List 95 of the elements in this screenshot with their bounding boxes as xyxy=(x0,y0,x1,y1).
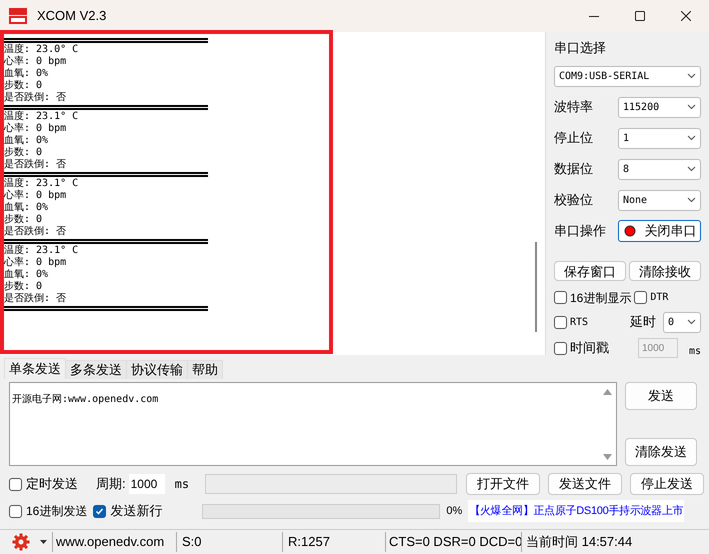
checkbox[interactable] xyxy=(93,504,106,518)
field-label: 周期: xyxy=(96,475,126,494)
receive-line: 血氧: 0% xyxy=(4,68,50,80)
close-port-button[interactable]: 关闭串口 xyxy=(618,220,701,242)
checkbox-label: DTR xyxy=(650,291,668,305)
chevron-down-icon xyxy=(687,104,696,110)
button[interactable]: 保存窗口 xyxy=(554,260,626,280)
field-label: 延时 xyxy=(630,313,656,332)
receive-line: 是否跌倒: 否 xyxy=(4,159,68,171)
caret-icon[interactable] xyxy=(40,540,47,544)
field-label: 串口操作 xyxy=(554,222,607,240)
button[interactable]: 发送 xyxy=(625,382,697,410)
checkbox-label: 16进制显示 xyxy=(570,290,632,306)
maximize-icon xyxy=(635,11,645,21)
checkbox-label: RTS xyxy=(570,316,588,330)
receive-line: 步数: 0 xyxy=(4,214,44,226)
receive-line: 步数: 0 xyxy=(4,80,44,92)
dropdown-value: COM9:USB-SERIAL xyxy=(559,70,650,84)
button[interactable]: 发送文件 xyxy=(548,473,622,495)
checkbox[interactable] xyxy=(554,342,567,354)
receive-line: 温度: 23.1° C xyxy=(4,111,80,122)
field-label: 数据位 xyxy=(554,160,594,178)
promo-link[interactable]: 【火爆全网】正点原子DS100手持示波器上市 xyxy=(468,500,684,522)
close-icon xyxy=(681,11,691,21)
receive-line: 步数: 0 xyxy=(4,281,44,292)
dropdown[interactable]: 115200 xyxy=(618,96,701,118)
receive-line: 步数: 0 xyxy=(4,147,44,158)
settings-icon[interactable] xyxy=(12,533,30,551)
receive-line: 血氧: 0% xyxy=(4,135,50,146)
chevron-down-icon xyxy=(687,319,696,325)
dropdown[interactable]: COM9:USB-SERIAL xyxy=(554,66,701,86)
receive-line: 血氧: 0% xyxy=(4,202,50,214)
scrollbar-thumb[interactable] xyxy=(535,242,537,332)
checkbox-label: 时间戳 xyxy=(570,339,609,358)
scroll-down-icon[interactable] xyxy=(603,454,612,460)
panel-label: 串口选择 xyxy=(554,39,607,57)
receive-line: 血氧: 0% xyxy=(4,269,50,280)
chevron-down-icon xyxy=(687,197,696,203)
dropdown-value: 0 xyxy=(668,316,674,330)
checkbox-label: 定时发送 xyxy=(26,475,78,494)
send-text: 开源电子网:www.openedv.com xyxy=(12,394,158,405)
button[interactable]: 停止发送 xyxy=(630,473,704,495)
button[interactable]: 清除发送 xyxy=(625,438,697,466)
dropdown-value: 115200 xyxy=(623,100,660,114)
unit-label: ms xyxy=(688,344,701,358)
app-logo-icon xyxy=(9,8,27,24)
field-label: 校验位 xyxy=(554,191,594,210)
tab[interactable]: 协议传输 xyxy=(127,360,188,379)
window-title: XCOM V2.3 xyxy=(37,7,106,26)
chevron-down-icon xyxy=(687,73,696,79)
tab[interactable]: 多条发送 xyxy=(66,360,127,379)
status-received: R:1257 xyxy=(288,533,331,552)
dropdown[interactable]: None xyxy=(618,190,701,210)
check-icon xyxy=(95,506,104,516)
send-text-field[interactable]: 开源电子网:www.openedv.com xyxy=(9,382,617,466)
field-label: 停止位 xyxy=(554,129,594,148)
checkbox[interactable] xyxy=(634,291,648,304)
dropdown[interactable]: 0 xyxy=(663,312,701,332)
receive-line: 是否跌倒: 否 xyxy=(4,293,68,305)
checkbox-label: 发送新行 xyxy=(110,502,162,520)
checkbox[interactable] xyxy=(554,316,567,328)
checkbox[interactable] xyxy=(554,291,567,304)
chevron-down-icon xyxy=(687,166,696,172)
receive-line: 心率: 0 bpm xyxy=(4,56,68,68)
status-website: www.openedv.com xyxy=(56,533,166,552)
scroll-up-icon[interactable] xyxy=(603,389,612,395)
checkbox-label: 16进制发送 xyxy=(26,503,88,520)
chevron-down-icon xyxy=(687,135,696,141)
button[interactable]: 打开文件 xyxy=(466,473,540,495)
receive-line: 心率: 0 bpm xyxy=(4,190,68,202)
dropdown-value: None xyxy=(623,194,648,208)
receive-line: 心率: 0 bpm xyxy=(4,123,68,135)
field-label: 波特率 xyxy=(554,98,594,116)
receive-line: 温度: 23.1° C xyxy=(4,245,80,256)
status-sent: S:0 xyxy=(182,533,203,552)
receive-line: 温度: 23.1° C xyxy=(4,178,80,190)
button[interactable]: 清除接收 xyxy=(629,260,701,280)
receive-line: 是否跌倒: 否 xyxy=(4,226,68,238)
checkbox[interactable] xyxy=(9,478,22,490)
tab[interactable]: 帮助 xyxy=(188,360,223,379)
receive-line: 温度: 23.0° C xyxy=(4,44,80,56)
dropdown-value: 8 xyxy=(623,162,630,176)
receive-line: 是否跌倒: 否 xyxy=(4,92,68,104)
dropdown-value: 1 xyxy=(623,132,630,146)
period-field[interactable]: 1000 xyxy=(128,474,165,494)
file-path-field[interactable] xyxy=(205,474,458,494)
dropdown[interactable]: 1 xyxy=(618,128,701,148)
tab[interactable]: 单条发送 xyxy=(4,358,66,379)
status-time: 当前时间 14:57:44 xyxy=(526,533,632,552)
status-lines: CTS=0 DSR=0 DCD=0 xyxy=(389,533,521,552)
progress-reading: 0% xyxy=(446,504,462,519)
dropdown[interactable]: 8 xyxy=(618,158,701,180)
checkbox[interactable] xyxy=(9,504,22,518)
unit-label: ms xyxy=(174,476,190,493)
receive-line: 心率: 0 bpm xyxy=(4,257,68,269)
